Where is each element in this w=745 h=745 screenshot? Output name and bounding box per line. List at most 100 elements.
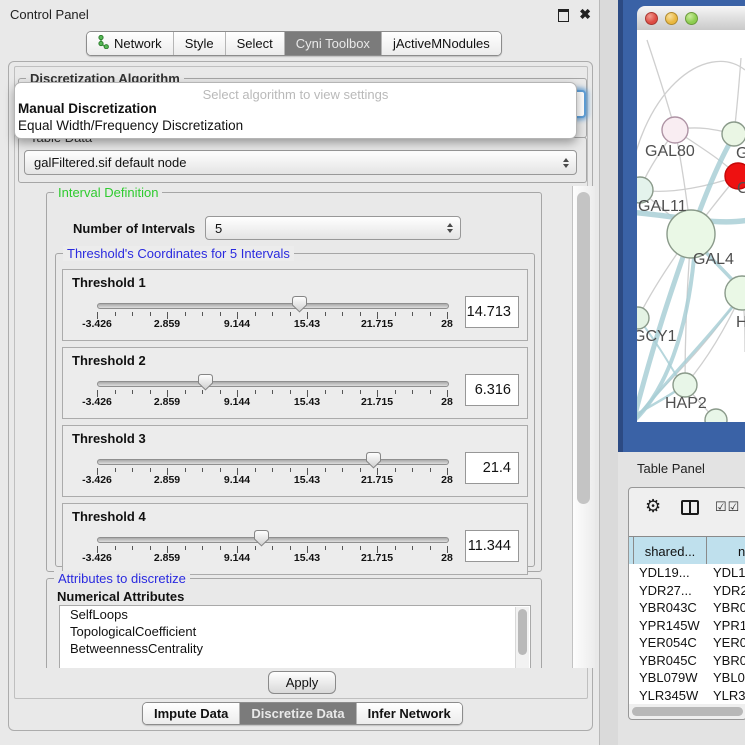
- threshold-value-field[interactable]: 14.713: [465, 296, 519, 328]
- main-scrollbar-thumb[interactable]: [577, 192, 590, 504]
- threshold-label: Threshold 2: [72, 353, 146, 368]
- slider-tick: [255, 390, 256, 394]
- network-window-titlebar[interactable]: [637, 6, 745, 31]
- network-node-gcy1[interactable]: [637, 307, 649, 329]
- float-window-icon[interactable]: [558, 9, 569, 22]
- table-row[interactable]: YBL079WYBL0: [629, 669, 745, 687]
- slider-tick-label: -3.426: [82, 474, 112, 486]
- list-item[interactable]: BetweennessCentrality: [60, 640, 530, 657]
- network-canvas[interactable]: GAL80GACGAL11GAL4GCY1HHAP2: [637, 30, 745, 422]
- slider-tick: [220, 546, 221, 550]
- number-of-intervals-combobox[interactable]: 5: [205, 216, 461, 240]
- tab-infer-network[interactable]: Infer Network: [356, 703, 462, 724]
- slider-tick: [115, 546, 116, 550]
- table-hscrollbar-thumb[interactable]: [632, 707, 743, 716]
- tab-select[interactable]: Select: [225, 32, 284, 55]
- cell-name: YDR2: [713, 583, 745, 598]
- slider-thumb[interactable]: [253, 529, 270, 552]
- table-row[interactable]: YDL19...YDL1: [629, 564, 745, 582]
- node-label: H: [736, 314, 745, 331]
- network-view-region: GAL80GACGAL11GAL4GCY1HHAP2: [618, 0, 745, 452]
- table-row[interactable]: YER054CYER0: [629, 634, 745, 652]
- tab-cyni-toolbox[interactable]: Cyni Toolbox: [284, 32, 381, 55]
- tab-jactivemnodules[interactable]: jActiveMNodules: [381, 32, 501, 55]
- slider-thumb[interactable]: [291, 295, 308, 318]
- algorithm-dropdown-popup: Select algorithm to view settings Manual…: [14, 82, 577, 139]
- slider-tick: [115, 390, 116, 394]
- slider-tick: [342, 468, 343, 472]
- threshold-slider[interactable]: [97, 381, 449, 387]
- threshold-slider[interactable]: [97, 537, 449, 543]
- slider-tick: [360, 312, 361, 316]
- checkboxes-icon[interactable]: ☑☑: [715, 499, 740, 515]
- node-label: C: [737, 180, 745, 197]
- split-columns-icon[interactable]: [681, 500, 699, 515]
- threshold-box: Threshold 4-3.4262.8599.14415.4321.71528…: [62, 503, 528, 575]
- slider-tick-label: -3.426: [82, 552, 112, 564]
- network-node-gal80[interactable]: [662, 117, 688, 143]
- table-row[interactable]: YBR043CYBR0: [629, 599, 745, 617]
- list-item[interactable]: SelfLoops: [60, 606, 530, 623]
- node-label: GAL80: [645, 143, 695, 160]
- tab-impute-data[interactable]: Impute Data: [143, 703, 239, 724]
- apply-button[interactable]: Apply: [268, 671, 336, 694]
- network-node-hap2[interactable]: [673, 373, 697, 397]
- network-node-h[interactable]: [725, 276, 745, 310]
- table-row[interactable]: YDR27...YDR2: [629, 582, 745, 600]
- slider-thumb[interactable]: [197, 373, 214, 396]
- slider-tick: [150, 546, 151, 550]
- list-scrollbar-thumb[interactable]: [518, 609, 527, 655]
- threshold-slider[interactable]: [97, 303, 449, 309]
- slider-thumb[interactable]: [365, 451, 382, 474]
- slider-tick-label: 15.43: [294, 552, 320, 564]
- slider-tick: [132, 546, 133, 550]
- table-panel-title: Table Panel: [637, 461, 705, 476]
- slider-tick: [395, 546, 396, 550]
- close-traffic-light-icon[interactable]: [645, 12, 658, 25]
- cell-name: YPR1: [713, 618, 745, 633]
- panel-title: Control Panel: [10, 7, 89, 22]
- network-node[interactable]: [722, 122, 745, 146]
- close-icon[interactable]: ✖: [579, 6, 591, 23]
- column-header-name[interactable]: n: [707, 537, 745, 565]
- network-edge[interactable]: [640, 176, 738, 191]
- threshold-value-field[interactable]: 21.4: [465, 452, 519, 484]
- slider-tick: [185, 546, 186, 550]
- table-panel-window: ⚙ ☑☑ shared... n YDL19...YDL1YDR27...YDR…: [628, 487, 745, 720]
- slider-tick: [150, 390, 151, 394]
- tab-discretize-data[interactable]: Discretize Data: [239, 703, 355, 724]
- combo-arrows-icon: [447, 223, 453, 233]
- algorithm-option[interactable]: Equal Width/Frequency Discretization: [18, 118, 243, 133]
- list-item[interactable]: TopologicalCoefficient: [60, 623, 530, 640]
- tab-network[interactable]: Network: [87, 32, 173, 55]
- slider-tick: [325, 312, 326, 316]
- slider-tick: [132, 390, 133, 394]
- slider-tick: [430, 390, 431, 394]
- list-scrollbar[interactable]: [515, 607, 529, 668]
- slider-tick-label: 21.715: [361, 396, 393, 408]
- gear-icon[interactable]: ⚙: [645, 496, 661, 517]
- slider-tick: [395, 390, 396, 394]
- minimize-traffic-light-icon[interactable]: [665, 12, 678, 25]
- table-row[interactable]: YBR045CYBR0: [629, 652, 745, 670]
- column-header-shared-name[interactable]: shared...: [633, 537, 707, 565]
- network-icon: [98, 35, 109, 52]
- slider-tick: [290, 546, 291, 550]
- main-scrollbar[interactable]: [572, 186, 595, 668]
- tab-style[interactable]: Style: [173, 32, 225, 55]
- table-row[interactable]: YPR145WYPR1: [629, 617, 745, 635]
- slider-tick: [430, 546, 431, 550]
- threshold-label: Threshold 4: [72, 509, 146, 524]
- zoom-traffic-light-icon[interactable]: [685, 12, 698, 25]
- table-row[interactable]: YLR345WYLR3: [629, 687, 745, 705]
- slider-tick: [430, 468, 431, 472]
- threshold-slider[interactable]: [97, 459, 449, 465]
- slider-tick: [360, 390, 361, 394]
- threshold-value-field[interactable]: 11.344: [465, 530, 519, 562]
- algorithm-option[interactable]: Manual Discretization: [18, 101, 157, 116]
- threshold-value-field[interactable]: 6.316: [465, 374, 519, 406]
- slider-tick: [272, 468, 273, 472]
- table-data-combobox[interactable]: galFiltered.sif default node: [24, 150, 577, 175]
- network-edge[interactable]: [647, 40, 675, 130]
- numerical-attributes-list[interactable]: SelfLoopsTopologicalCoefficientBetweenne…: [59, 605, 531, 668]
